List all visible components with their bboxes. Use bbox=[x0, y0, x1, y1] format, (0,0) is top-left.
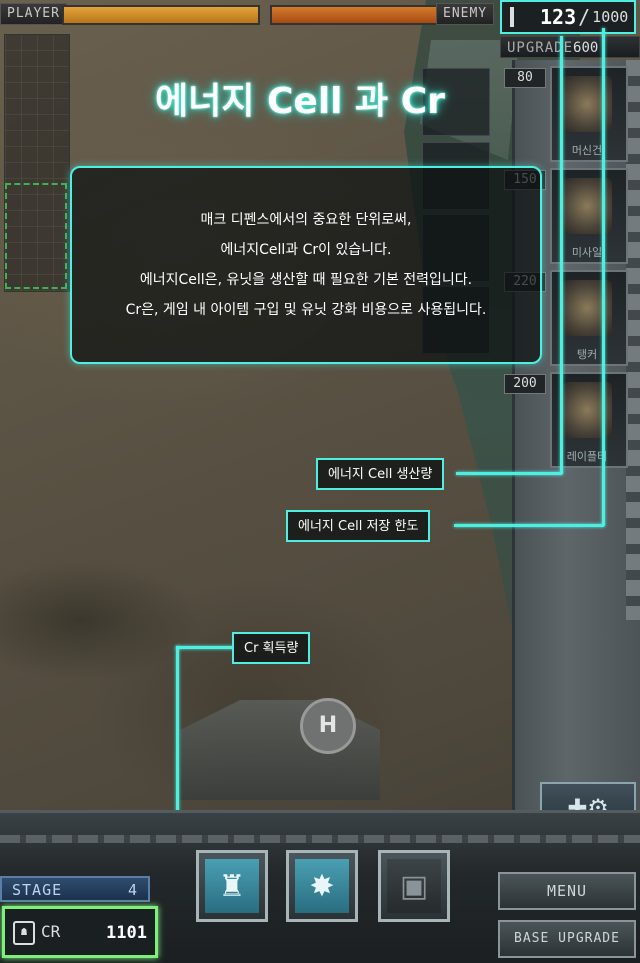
callout-line-limit bbox=[454, 524, 604, 527]
helipad-icon: H bbox=[300, 698, 356, 754]
tutorial-title: 에너지 Cell 과 Cr bbox=[155, 81, 445, 122]
energy-upgrade-button[interactable]: UPGRADE 600 cell bbox=[500, 36, 640, 78]
energy-separator: / bbox=[578, 5, 591, 29]
enemy-label: ENEMY bbox=[436, 3, 495, 25]
cr-robot-icon: ☗ bbox=[13, 921, 35, 945]
battery-icon bbox=[510, 7, 514, 27]
callout-line-limit bbox=[602, 28, 605, 526]
robot-icon: ♜ bbox=[205, 859, 259, 913]
minimap-viewport-zone bbox=[5, 183, 67, 289]
unit-cost-raptor: 200 bbox=[504, 374, 546, 394]
upgrade-label: UPGRADE bbox=[507, 40, 574, 56]
callout-line-cr bbox=[176, 646, 234, 649]
cr-value: 1101 bbox=[106, 923, 147, 943]
cr-counter: ☗ CR 1101 bbox=[2, 906, 158, 958]
energy-max: 1000 bbox=[592, 8, 629, 26]
unit-deploy-button[interactable]: ♜ bbox=[196, 850, 268, 922]
stage-value: 4 bbox=[127, 881, 138, 899]
energy-current: 123 bbox=[540, 5, 577, 29]
tutorial-line: 에너지Cell은, 유닛을 생산할 때 필요한 기본 전력입니다. bbox=[139, 272, 473, 288]
panel-vents bbox=[626, 60, 640, 620]
enemy-health-bar bbox=[270, 5, 438, 25]
tutorial-info-box: 매크 디펜스에서의 중요한 단위로써, 에너지Cell과 Cr이 있습니다. 에… bbox=[70, 166, 542, 364]
missile-strike-icon: ✸ bbox=[295, 859, 349, 913]
base-upgrade-button[interactable]: BASE UPGRADE bbox=[498, 920, 636, 958]
stage-label: STAGE bbox=[12, 881, 63, 899]
missile-strike-button[interactable]: ✸ bbox=[286, 850, 358, 922]
enemy-health-fill bbox=[272, 7, 436, 23]
tutorial-line: 매크 디펜스에서의 중요한 단위로써, bbox=[200, 212, 412, 228]
callout-line-production bbox=[560, 36, 563, 474]
tutorial-line: Cr은, 게임 내 아이템 구입 및 유닛 강화 비용으로 사용됩니다. bbox=[125, 302, 487, 318]
callout-line-production bbox=[456, 472, 562, 475]
player-label: PLAYER bbox=[0, 3, 67, 25]
callout-cr-gain: Cr 획득량 bbox=[232, 632, 311, 664]
deck-rail bbox=[0, 835, 640, 843]
callout-energy-limit: 에너지 Cell 저장 한도 bbox=[286, 510, 431, 542]
menu-button[interactable]: MENU bbox=[498, 872, 636, 910]
energy-cell-counter: 123 / 1000 bbox=[500, 0, 636, 34]
cr-label: CR bbox=[41, 922, 61, 941]
tutorial-line: 에너지Cell과 Cr이 있습니다. bbox=[220, 242, 392, 258]
player-health-bar bbox=[62, 5, 260, 25]
player-health-fill bbox=[64, 7, 258, 23]
empty-slot-icon: ▣ bbox=[387, 859, 441, 913]
callout-energy-production: 에너지 Cell 생산량 bbox=[316, 458, 445, 490]
stage-indicator: STAGE 4 bbox=[0, 876, 150, 902]
locked-skill-button[interactable]: ▣ bbox=[378, 850, 450, 922]
